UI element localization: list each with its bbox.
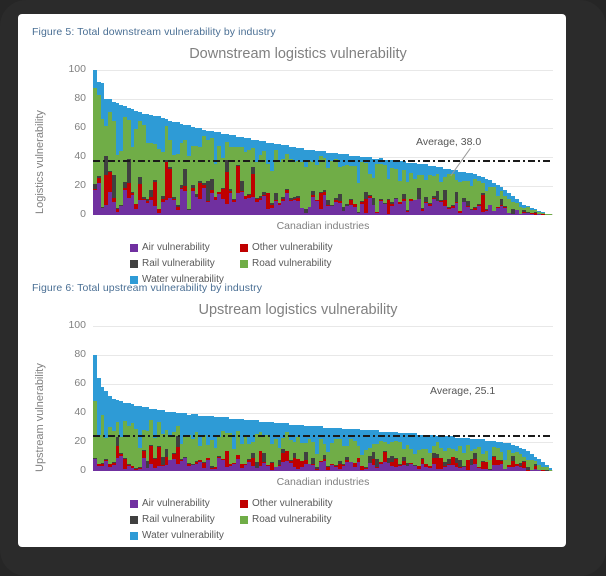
legend-item[interactable]: Road vulnerability	[240, 258, 336, 269]
figure-5-caption: Figure 5: Total downstream vulnerability…	[32, 26, 276, 38]
legend-label: Other vulnerability	[252, 242, 333, 253]
legend-label: Water vulnerability	[142, 530, 224, 541]
legend-item[interactable]: Water vulnerability	[130, 530, 248, 541]
legend-item[interactable]: Air vulnerability	[130, 498, 226, 509]
legend-item[interactable]: Rail vulnerability	[130, 514, 226, 525]
upstream-vulnerability-chart: Upstream logistics vulnerability Upstrea…	[18, 300, 566, 545]
legend-swatch-icon	[130, 531, 138, 540]
legend-item[interactable]: Road vulnerability	[240, 514, 336, 525]
y-axis-label: Logistics vulnerability	[34, 110, 46, 214]
y-axis-tick-label: 80	[74, 348, 86, 360]
chart-title: Upstream logistics vulnerability	[198, 302, 398, 318]
average-line	[93, 434, 553, 437]
y-axis-label: Upstream vulnerability	[34, 363, 46, 472]
legend-label: Rail vulnerability	[142, 514, 215, 525]
legend-label: Air vulnerability	[142, 242, 210, 253]
y-axis-tick-label: 40	[74, 406, 86, 418]
y-axis-tick-label: 60	[74, 377, 86, 389]
plot-area	[93, 326, 553, 471]
bar-series	[93, 70, 553, 215]
y-axis-tick-label: 20	[74, 435, 86, 447]
x-axis-label: Canadian industries	[276, 220, 370, 232]
bar-series	[93, 326, 553, 471]
bar	[548, 326, 553, 471]
legend-swatch-icon	[130, 243, 138, 252]
chart-title: Downstream logistics vulnerability	[189, 46, 407, 62]
y-axis-tick-label: 100	[68, 319, 86, 331]
legend-item[interactable]: Rail vulnerability	[130, 258, 226, 269]
y-axis-tick-label: 100	[68, 63, 86, 75]
screenshot-frame: Figure 5: Total downstream vulnerability…	[0, 0, 606, 576]
average-line	[93, 159, 553, 162]
y-axis-tick-label: 60	[74, 121, 86, 133]
average-annotation: Average, 38.0	[416, 136, 482, 148]
average-annotation: Average, 25.1	[430, 385, 496, 397]
figure-6-caption: Figure 6: Total upstream vulnerability b…	[32, 282, 263, 294]
legend-item[interactable]: Other vulnerability	[240, 242, 358, 253]
legend-swatch-icon	[130, 259, 138, 268]
legend-label: Other vulnerability	[252, 498, 333, 509]
y-axis-tick-label: 0	[80, 464, 86, 476]
legend-item[interactable]: Air vulnerability	[130, 242, 226, 253]
document-page: Figure 5: Total downstream vulnerability…	[18, 14, 566, 547]
legend-label: Rail vulnerability	[142, 258, 215, 269]
legend-label: Air vulnerability	[142, 498, 210, 509]
legend-label: Road vulnerability	[252, 258, 332, 269]
x-axis-label: Canadian industries	[276, 476, 370, 488]
legend-swatch-icon	[240, 243, 248, 252]
legend-swatch-icon	[240, 499, 248, 508]
y-axis-tick-label: 80	[74, 92, 86, 104]
bar	[548, 70, 553, 215]
downstream-vulnerability-chart: Downstream logistics vulnerability Logis…	[18, 44, 566, 285]
y-axis-tick-label: 20	[74, 179, 86, 191]
chart-legend: Air vulnerability Other vulnerability Rail…	[130, 498, 470, 546]
plot-area	[93, 70, 553, 215]
legend-item[interactable]: Other vulnerability	[240, 498, 358, 509]
legend-swatch-icon	[130, 515, 138, 524]
legend-swatch-icon	[240, 515, 248, 524]
y-axis-tick-label: 0	[80, 208, 86, 220]
legend-swatch-icon	[130, 499, 138, 508]
legend-label: Road vulnerability	[252, 514, 332, 525]
y-axis-tick-label: 40	[74, 150, 86, 162]
legend-swatch-icon	[240, 259, 248, 268]
